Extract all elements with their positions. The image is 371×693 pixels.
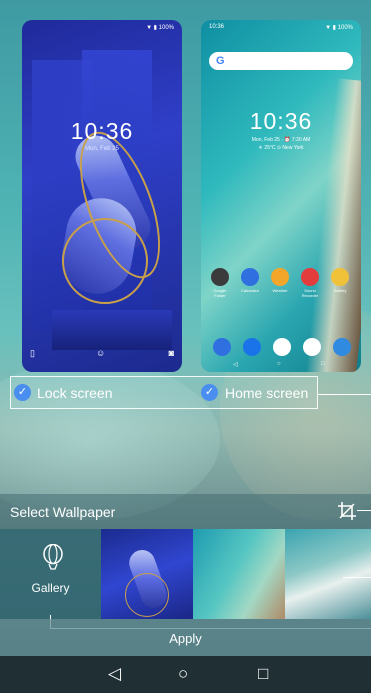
app-label: Calculator	[240, 288, 259, 293]
lock-clock: 10:36	[70, 118, 134, 144]
vibrate-icon: ▯	[30, 348, 35, 358]
app-row: Google Folder Calculator Weather Sound R…	[207, 268, 357, 308]
wallpaper-thumbnail[interactable]	[193, 529, 285, 619]
chrome-icon	[303, 338, 321, 356]
app-calculator: Calculator	[237, 268, 263, 293]
calculator-icon	[241, 268, 259, 286]
microphone-icon	[301, 268, 319, 286]
select-wallpaper-title: Select Wallpaper	[10, 504, 116, 520]
app-weather: Weather	[267, 268, 293, 293]
status-bar: ▼ ▮ 100%	[146, 25, 174, 31]
google-logo: G	[216, 55, 225, 67]
home-screen-preview[interactable]: 10:36 ▼ ▮ 100% G 10:36 Mon, Feb 25 · ⏰ 7…	[201, 20, 361, 372]
status-time: 10:36	[209, 24, 225, 30]
messages-icon	[243, 338, 261, 356]
apply-label: Apply	[169, 631, 202, 646]
app-gallery: Gallery	[327, 268, 353, 293]
status-bar: ▼ ▮ 100%	[325, 25, 353, 31]
callout-line	[357, 510, 371, 511]
wallpaper-thumbnail[interactable]	[101, 529, 193, 619]
home-clock: 10:36	[249, 108, 313, 134]
crop-icon[interactable]	[337, 501, 357, 521]
search-bar: G	[209, 52, 353, 70]
wallpaper-thumbnail[interactable]	[285, 529, 371, 619]
app-label: Google Folder	[213, 288, 227, 298]
gallery-tile[interactable]: Gallery	[0, 529, 101, 619]
recents-icon: □	[321, 361, 325, 367]
home-icon: ○	[277, 361, 281, 367]
recents-button[interactable]: □	[258, 664, 268, 684]
play-store-icon	[273, 338, 291, 356]
balloon-icon	[42, 543, 64, 572]
back-icon: ◁	[233, 362, 238, 368]
wallpaper-settings-screen: ▼ ▮ 100% 10:36 Mon, Feb 25 ▯ ☺ ◙ 10:36 ▼…	[0, 0, 371, 693]
app-label: Sound Recorder	[301, 288, 319, 298]
app-label: Weather	[272, 288, 288, 293]
home-weather: ☀ 25°C ⊙ New York	[258, 145, 304, 151]
gallery-label: Gallery	[31, 581, 70, 595]
apply-button[interactable]: Apply	[0, 619, 371, 656]
screen-selection-row: ✓ Lock screen ✓ Home screen	[10, 376, 318, 409]
home-date: Mon, Feb 25 · ⏰ 7:30 AM	[251, 137, 311, 143]
lock-screen-label[interactable]: Lock screen	[37, 385, 112, 401]
camera-icon	[333, 338, 351, 356]
home-screen-label[interactable]: Home screen	[225, 385, 308, 401]
lock-screen-checkbox[interactable]: ✓	[14, 384, 31, 401]
home-screen-checkbox[interactable]: ✓	[201, 384, 218, 401]
face-unlock-icon: ☺	[96, 348, 106, 358]
weather-icon	[271, 268, 289, 286]
navigation-bar: ◁ ○ □	[0, 656, 371, 693]
folder-icon	[211, 268, 229, 286]
select-wallpaper-bar: Select Wallpaper	[0, 494, 371, 529]
phone-icon	[213, 338, 231, 356]
gallery-app-icon	[331, 268, 349, 286]
callout-line	[343, 577, 371, 578]
wallpaper-thumbnails: Gallery	[0, 529, 371, 619]
home-button[interactable]: ○	[178, 664, 188, 684]
back-button[interactable]: ◁	[108, 664, 121, 684]
app-sound-recorder: Sound Recorder	[297, 268, 323, 298]
preview-nav-bar: ◁ ○ □	[201, 361, 361, 369]
app-google-folder: Google Folder	[207, 268, 233, 298]
camera-icon: ◙	[168, 348, 174, 358]
lock-screen-preview[interactable]: ▼ ▮ 100% 10:36 Mon, Feb 25 ▯ ☺ ◙	[22, 20, 182, 372]
callout-line	[317, 394, 371, 395]
lock-date: Mon, Feb 25	[85, 146, 119, 152]
app-label: Gallery	[333, 288, 347, 293]
lock-shortcuts: ▯ ☺ ◙	[22, 348, 182, 362]
app-dock	[209, 338, 355, 362]
